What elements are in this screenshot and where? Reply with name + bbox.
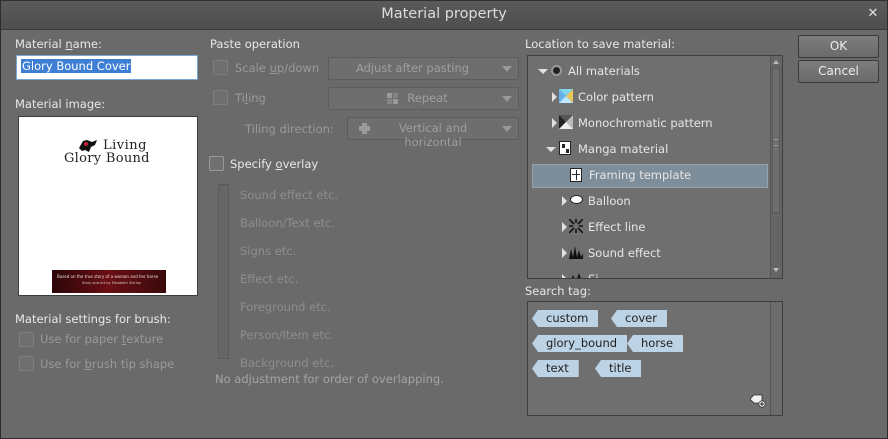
tree-item-label: Si [588, 272, 599, 279]
tag-scrollbar[interactable] [770, 302, 782, 415]
tree-item-label: All materials [568, 64, 640, 78]
tiling-checkbox[interactable] [213, 90, 228, 105]
search-tag-label: Search tag: [525, 284, 591, 298]
chevron-right-icon [552, 118, 557, 128]
chevron-down-icon [546, 147, 556, 152]
search-tag[interactable]: glory_bound [532, 335, 628, 352]
overlay-item[interactable]: Foreground etc. [240, 300, 331, 314]
overlay-item[interactable]: Signs etc. [240, 244, 296, 258]
sign-icon [569, 271, 583, 278]
paper-texture-checkbox[interactable] [19, 332, 34, 347]
tree-item-label: Sound effect [588, 246, 661, 260]
tiling-direction-dropdown[interactable]: Vertical and horizontal [347, 117, 519, 149]
tree-item-framing-template[interactable]: Framing template [532, 164, 768, 188]
search-tag[interactable]: horse [627, 335, 684, 352]
chevron-right-icon [562, 196, 567, 206]
overlay-item[interactable]: Background etc. [240, 356, 334, 370]
cancel-button[interactable]: Cancel [798, 60, 879, 83]
paper-texture-label: Use for paper texture [40, 332, 164, 346]
overlay-item[interactable]: Effect etc. [240, 272, 298, 286]
chevron-right-icon [562, 248, 567, 258]
logo-line-2: Glory Bound [64, 151, 150, 166]
material-name-input[interactable]: Glory Bound Cover [16, 55, 198, 80]
overlay-item[interactable]: Balloon/Text etc. [240, 216, 335, 230]
overlay-item[interactable]: Person/Item etc. [240, 328, 334, 342]
overlay-order-slider[interactable] [218, 184, 229, 359]
material-property-dialog: Material property ✕ Material name: Glory… [0, 0, 888, 439]
tree-item-balloon[interactable]: Balloon [528, 190, 768, 212]
material-image-preview: Living Glory Bound Based on the true sto… [18, 116, 198, 296]
tree-item-label: Effect line [588, 220, 646, 234]
banner-strip: Based on the true story of a woman and h… [52, 270, 166, 293]
search-tag[interactable]: title [595, 360, 642, 377]
tree-item-label: Monochromatic pattern [578, 116, 713, 130]
tree-item-monochromatic-pattern[interactable]: Monochromatic pattern [528, 112, 768, 134]
manga-material-icon [559, 141, 571, 155]
gear-circle-icon [551, 65, 562, 76]
material-name-label: Material name: [15, 37, 102, 51]
brush-tip-checkbox[interactable] [19, 356, 34, 371]
chevron-right-icon [552, 92, 557, 102]
location-scrollbar[interactable] [770, 56, 782, 278]
tree-item-label: Framing template [589, 168, 692, 182]
scroll-thumb[interactable] [772, 68, 780, 213]
dialog-title: Material property [381, 6, 507, 22]
close-icon[interactable]: ✕ [865, 6, 881, 22]
effect-line-icon [568, 218, 584, 234]
tree-item-sound-effect[interactable]: Sound effect [528, 242, 768, 264]
scale-label: Scale up/down [235, 61, 320, 75]
scale-dropdown-value: Adjust after pasting [355, 61, 470, 75]
tree-item-effect-line[interactable]: Effect line [528, 216, 768, 238]
tree-item-all-materials[interactable]: All materials [528, 60, 768, 82]
material-name-value: Glory Bound Cover [21, 59, 132, 73]
scroll-down-icon[interactable] [773, 268, 779, 272]
chevron-down-icon [538, 69, 548, 74]
paste-operation-label: Paste operation [210, 37, 300, 51]
search-tag[interactable]: custom [532, 310, 599, 327]
tiling-direction-label: Tiling direction: [245, 122, 334, 136]
chevron-down-icon [502, 96, 512, 102]
tiling-dropdown-value: Repeat [407, 91, 448, 105]
brush-tip-label: Use for brush tip shape [40, 357, 175, 371]
chevron-down-icon [502, 66, 512, 72]
ok-button[interactable]: OK [798, 35, 879, 58]
scale-dropdown[interactable]: Adjust after pasting [328, 57, 519, 80]
location-label: Location to save material: [525, 37, 675, 51]
tiling-direction-value: Vertical and horizontal [398, 121, 468, 149]
tree-item-manga-material[interactable]: Manga material [528, 138, 768, 160]
specify-overlay-checkbox[interactable] [209, 156, 224, 171]
brush-settings-label: Material settings for brush: [15, 312, 171, 326]
chevron-right-icon [562, 222, 567, 232]
tree-item-label: Balloon [588, 194, 631, 208]
specify-overlay-label: Specify overlay [230, 157, 319, 171]
framing-template-icon [570, 168, 582, 182]
location-tree: All materials Color pattern Monochromati… [527, 55, 783, 279]
scroll-up-icon[interactable] [773, 60, 779, 64]
tree-item-label: Color pattern [578, 90, 654, 104]
color-pattern-icon [559, 89, 573, 103]
banner-text-2: Story and Art by Elizabeth Shirley [82, 281, 142, 285]
add-tag-icon[interactable] [749, 394, 766, 408]
tree-item-color-pattern[interactable]: Color pattern [528, 86, 768, 108]
balloon-icon [570, 195, 583, 204]
material-image-label: Material image: [15, 97, 106, 111]
search-tag[interactable]: cover [611, 310, 667, 327]
direction-icon [359, 123, 370, 134]
tiling-label: Tiling [235, 91, 266, 105]
title-bar: Material property ✕ [1, 1, 887, 30]
sound-effect-icon [569, 245, 583, 259]
tree-item-signs[interactable]: Si [528, 268, 768, 279]
search-tag-panel: custom cover glory_bound horse text titl… [527, 301, 783, 416]
tiling-dropdown[interactable]: Repeat [328, 87, 519, 110]
mono-pattern-icon [559, 115, 573, 129]
tree-item-label: Manga material [578, 142, 669, 156]
search-tag[interactable]: text [532, 360, 579, 377]
chevron-right-icon [562, 274, 567, 278]
banner-text-1: Based on the true story of a woman and h… [57, 274, 159, 279]
scale-checkbox[interactable] [213, 60, 228, 75]
overlay-item[interactable]: Sound effect etc. [240, 188, 338, 202]
chevron-down-icon [502, 126, 512, 132]
overlay-note: No adjustment for order of overlapping. [215, 372, 444, 386]
